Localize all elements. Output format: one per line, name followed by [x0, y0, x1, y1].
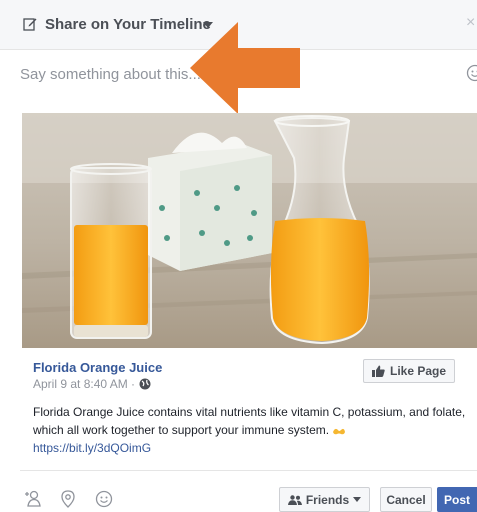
audience-selector[interactable]: Friends — [279, 487, 370, 512]
like-page-button[interactable]: Like Page — [363, 359, 455, 383]
feeling-icon[interactable] — [95, 490, 113, 508]
post-body-text: Florida Orange Juice contains vital nutr… — [33, 405, 466, 437]
post-timestamp: April 9 at 8:40 AM · — [33, 377, 151, 391]
flex-emoji-icon — [333, 428, 346, 435]
close-icon[interactable]: × — [466, 14, 475, 32]
timestamp-text[interactable]: April 9 at 8:40 AM · — [33, 377, 135, 391]
annotation-arrow — [190, 22, 300, 114]
location-icon[interactable] — [59, 490, 77, 508]
post-description: Florida Orange Juice contains vital nutr… — [33, 403, 473, 457]
audience-label: Friends — [305, 492, 350, 507]
page-name-link[interactable]: Florida Orange Juice — [33, 360, 162, 375]
post-button[interactable]: Post — [437, 487, 477, 512]
share-destination-title[interactable]: Share on Your Timeline — [45, 16, 211, 33]
like-page-label: Like Page — [389, 364, 447, 378]
tag-friends-icon[interactable] — [24, 490, 42, 508]
post-link[interactable]: https://bit.ly/3dQOimG — [33, 439, 473, 457]
edit-icon — [23, 18, 37, 31]
composer-footer: Friends Cancel Post — [0, 471, 477, 512]
caret-down-icon — [353, 497, 362, 502]
cancel-button[interactable]: Cancel — [380, 487, 432, 512]
globe-icon — [139, 378, 151, 390]
shared-photo[interactable] — [22, 113, 477, 348]
friends-icon — [287, 494, 302, 505]
emoji-icon[interactable] — [466, 64, 477, 82]
attachment-info: Florida Orange Juice April 9 at 8:40 AM … — [22, 348, 477, 460]
thumbs-up-icon — [371, 365, 385, 377]
